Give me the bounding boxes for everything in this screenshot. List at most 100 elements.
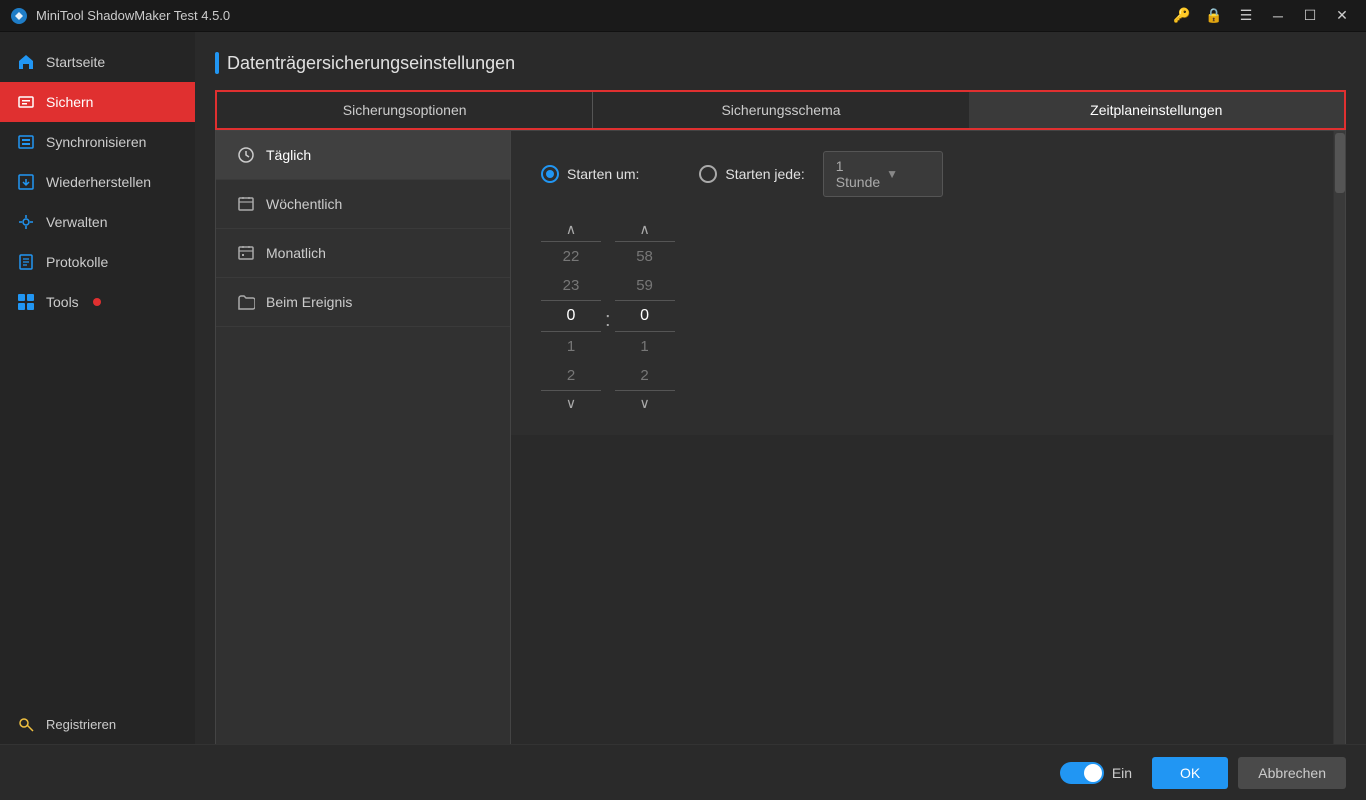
titlebar-left: MiniTool ShadowMaker Test 4.5.0: [10, 7, 230, 25]
sidebar-item-startseite[interactable]: Startseite: [0, 42, 195, 82]
minutes-current[interactable]: 0: [615, 300, 675, 332]
folder-icon: [236, 292, 256, 312]
sidebar-item-wiederherstellen[interactable]: Wiederherstellen: [0, 162, 195, 202]
hours-up-arrow[interactable]: ∧: [553, 217, 589, 241]
scrollbar[interactable]: [1333, 131, 1345, 779]
minutes-prev1: 59: [615, 271, 675, 300]
interval-value: 1 Stunde: [836, 158, 880, 190]
tools-notification-dot: [93, 298, 101, 306]
menu-btn[interactable]: ☰: [1232, 4, 1260, 28]
radio-row: Starten um: Starten jede: 1 Stunde ▼: [541, 151, 1315, 197]
nav-taeglich[interactable]: Täglich: [216, 131, 510, 180]
hours-prev2: 22: [541, 242, 601, 271]
sidebar-label-startseite: Startseite: [46, 54, 105, 70]
nav-label-monatlich: Monatlich: [266, 245, 326, 261]
lock-icon-btn[interactable]: 🔒: [1200, 4, 1228, 28]
hours-down-arrow[interactable]: ∨: [553, 391, 589, 415]
tab-sicherungsschema[interactable]: Sicherungsschema: [593, 92, 968, 128]
backup-icon: [16, 92, 36, 112]
logs-icon: [16, 252, 36, 272]
nav-label-beim-ereignis: Beim Ereignis: [266, 294, 352, 310]
radio-starten-jede-circle: [699, 165, 717, 183]
radio-starten-um-label: Starten um:: [567, 166, 639, 182]
minutes-next1: 1: [615, 332, 675, 361]
minutes-list: 58 59 0 1 2: [615, 241, 675, 391]
tools-icon: [16, 292, 36, 312]
nav-beim-ereignis[interactable]: Beim Ereignis: [216, 278, 510, 327]
hours-next1: 1: [541, 332, 601, 361]
minimize-btn[interactable]: ─: [1264, 4, 1292, 28]
app-logo: [10, 7, 28, 25]
key-icon: [16, 714, 36, 734]
nav-woechentlich[interactable]: Wöchentlich: [216, 180, 510, 229]
time-picker: ∧ 22 23 0 1 2 ∨ :: [541, 217, 1315, 415]
sidebar-label-wiederherstellen: Wiederherstellen: [46, 174, 151, 190]
minutes-down-arrow[interactable]: ∨: [627, 391, 663, 415]
sidebar-item-registrieren[interactable]: Registrieren: [0, 704, 195, 744]
sidebar-label-tools: Tools: [46, 294, 79, 310]
hours-column: ∧ 22 23 0 1 2 ∨: [541, 217, 601, 415]
page-title: Datenträgersicherungseinstellungen: [227, 53, 515, 74]
toggle-row: Ein: [1060, 762, 1132, 784]
schedule-nav: Täglich Wöchentlich: [216, 131, 511, 779]
maximize-btn[interactable]: ☐: [1296, 4, 1324, 28]
hours-current[interactable]: 0: [541, 300, 601, 332]
sync-icon: [16, 132, 36, 152]
accent-bar: [215, 52, 219, 74]
ok-button[interactable]: OK: [1152, 757, 1228, 789]
manage-icon: [16, 212, 36, 232]
bottom-bar: Ein OK Abbrechen: [0, 744, 1366, 800]
titlebar-controls: 🔑 🔒 ☰ ─ ☐ ✕: [1168, 4, 1356, 28]
calendar-week-icon: [236, 194, 256, 214]
hours-list: 22 23 0 1 2: [541, 241, 601, 391]
titlebar: MiniTool ShadowMaker Test 4.5.0 🔑 🔒 ☰ ─ …: [0, 0, 1366, 32]
key-icon-btn[interactable]: 🔑: [1168, 4, 1196, 28]
toggle-thumb: [1084, 764, 1102, 782]
nav-monatlich[interactable]: Monatlich: [216, 229, 510, 278]
minutes-column: ∧ 58 59 0 1 2 ∨: [615, 217, 675, 415]
minutes-prev2: 58: [615, 242, 675, 271]
schedule-right-wrapper: Starten um: Starten jede: 1 Stunde ▼: [511, 131, 1345, 779]
sidebar-item-protokolle[interactable]: Protokolle: [0, 242, 195, 282]
hours-prev1: 23: [541, 271, 601, 300]
nav-label-taeglich: Täglich: [266, 147, 311, 163]
sidebar-label-sichern: Sichern: [46, 94, 93, 110]
sidebar-item-tools[interactable]: Tools: [0, 282, 195, 322]
page-title-bar: Datenträgersicherungseinstellungen: [215, 52, 1346, 74]
sidebar-item-synchronisieren[interactable]: Synchronisieren: [0, 122, 195, 162]
sidebar: Startseite Sichern Synchronisieren: [0, 32, 195, 800]
calendar-month-icon: [236, 243, 256, 263]
sidebar-label-synchronisieren: Synchronisieren: [46, 134, 146, 150]
sidebar-item-sichern[interactable]: Sichern: [0, 82, 195, 122]
toggle-switch[interactable]: [1060, 762, 1104, 784]
sidebar-label-verwalten: Verwalten: [46, 214, 107, 230]
tab-sicherungsoptionen[interactable]: Sicherungsoptionen: [217, 92, 593, 128]
tab-row: Sicherungsoptionen Sicherungsschema Zeit…: [215, 90, 1346, 130]
chevron-down-icon: ▼: [886, 167, 930, 181]
radio-starten-jede-label: Starten jede:: [725, 166, 804, 182]
schedule-panel: Täglich Wöchentlich: [215, 130, 1346, 780]
main-content: Datenträgersicherungseinstellungen Siche…: [195, 32, 1366, 800]
app-title: MiniTool ShadowMaker Test 4.5.0: [36, 8, 230, 23]
clock-icon: [236, 145, 256, 165]
schedule-right: Starten um: Starten jede: 1 Stunde ▼: [511, 131, 1345, 435]
sidebar-item-verwalten[interactable]: Verwalten: [0, 202, 195, 242]
hours-next2: 2: [541, 361, 601, 390]
sidebar-label-protokolle: Protokolle: [46, 254, 108, 270]
tab-zeitplaneinstellungen[interactable]: Zeitplaneinstellungen: [969, 92, 1344, 128]
minutes-next2: 2: [615, 361, 675, 390]
app-body: Startseite Sichern Synchronisieren: [0, 32, 1366, 800]
close-btn[interactable]: ✕: [1328, 4, 1356, 28]
radio-starten-um[interactable]: Starten um:: [541, 165, 639, 183]
sidebar-label-registrieren: Registrieren: [46, 717, 116, 732]
home-icon: [16, 52, 36, 72]
minutes-up-arrow[interactable]: ∧: [627, 217, 663, 241]
cancel-button[interactable]: Abbrechen: [1238, 757, 1346, 789]
interval-dropdown[interactable]: 1 Stunde ▼: [823, 151, 943, 197]
radio-starten-jede[interactable]: Starten jede: 1 Stunde ▼: [699, 151, 942, 197]
restore-icon: [16, 172, 36, 192]
time-colon: :: [601, 309, 615, 332]
toggle-label: Ein: [1112, 765, 1132, 781]
scrollbar-thumb[interactable]: [1335, 133, 1345, 193]
nav-label-woechentlich: Wöchentlich: [266, 196, 342, 212]
